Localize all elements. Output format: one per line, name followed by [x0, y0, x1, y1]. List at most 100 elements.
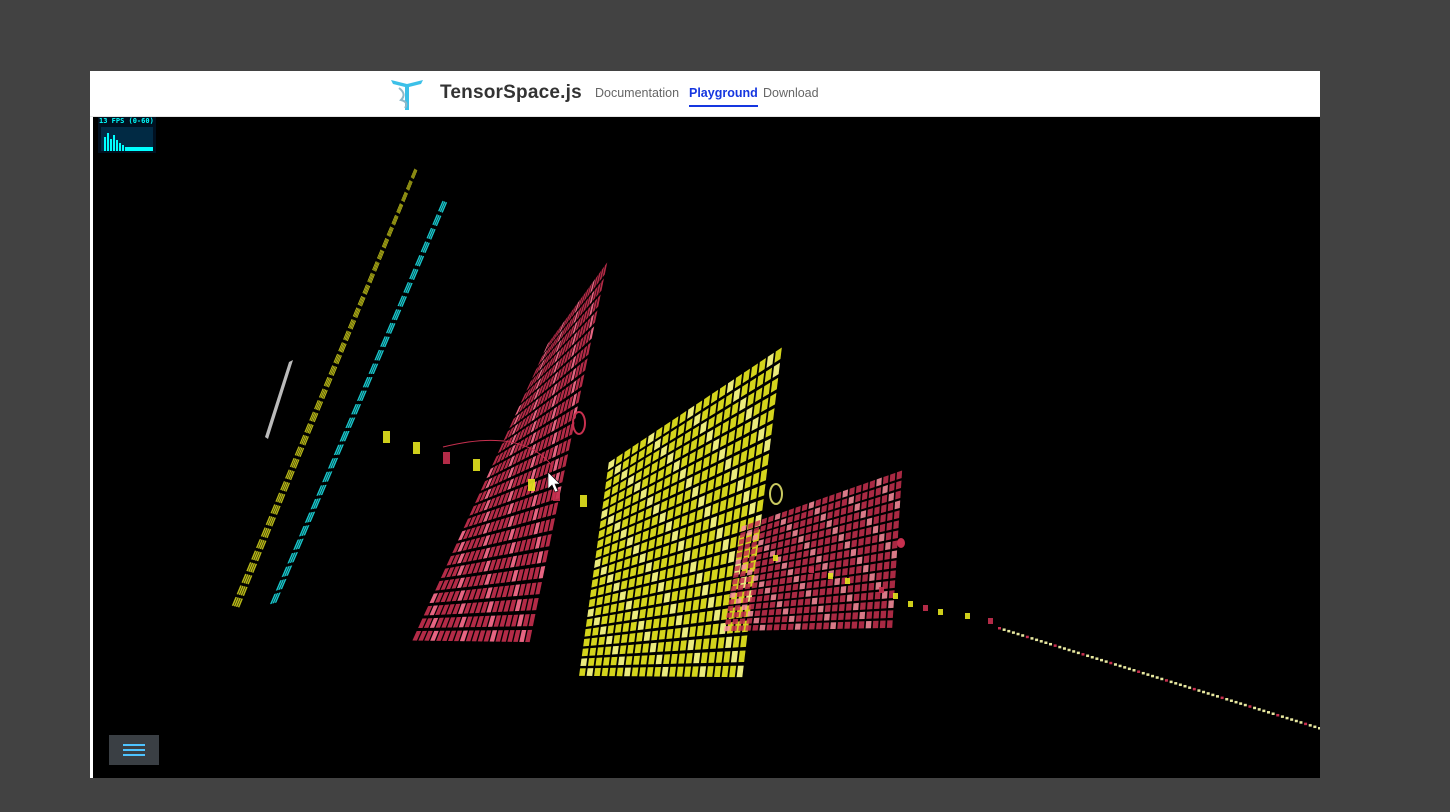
feature-map-cell: [635, 575, 643, 586]
output-unit: [1109, 661, 1113, 665]
feature-map-cell: [655, 480, 663, 492]
output-unit: [1243, 703, 1247, 707]
feature-map-cell: [714, 540, 722, 554]
feature-map-cell: [809, 548, 816, 556]
feature-map-cell: [600, 565, 608, 576]
feature-map-cell: [687, 463, 695, 477]
feature-map-cell: [683, 430, 692, 444]
output-unit: [1072, 650, 1076, 653]
feature-map-cell: [718, 447, 726, 461]
feature-map-cell: [879, 523, 886, 533]
feature-map-cell: [838, 533, 845, 542]
fps-stats-panel[interactable]: 13 FPS (0-60): [98, 117, 156, 153]
feature-map-cell: [652, 559, 660, 571]
feature-map-cell: [728, 481, 737, 496]
feature-map-cell: [551, 431, 558, 445]
feature-map-cell: [646, 550, 654, 562]
feature-map-cell: [557, 456, 564, 470]
feature-map-cell: [702, 518, 710, 532]
feature-map-cell: [815, 563, 821, 572]
feature-map-cell: [893, 510, 900, 520]
feature-map-cell: [848, 495, 855, 505]
feature-map-cell: [688, 451, 696, 464]
feature-map-cell: [832, 526, 839, 535]
feature-map-cell: [703, 570, 711, 583]
nav-link-download[interactable]: Download: [763, 86, 819, 100]
feature-map-cell: [835, 569, 841, 577]
feature-map-cell: [782, 554, 789, 562]
feature-map-cell: [645, 562, 653, 573]
feature-map-cell: [700, 532, 708, 545]
feature-map-cell: [649, 583, 657, 594]
feature-map-cell: [712, 438, 720, 452]
feature-map-cell: [643, 465, 651, 478]
feature-map-cell: [773, 520, 780, 528]
output-unit: [1225, 698, 1229, 701]
feature-map-cell: [867, 508, 873, 517]
model-3d-canvas[interactable]: 13 FPS (0-60): [90, 117, 1320, 778]
feature-map-cell: [864, 545, 871, 554]
feature-map-cell: [833, 586, 840, 595]
feature-map-cell: [776, 548, 783, 556]
feature-map-cell: [723, 406, 731, 421]
nav-link-playground[interactable]: Playground: [689, 86, 758, 107]
feature-map-cell: [813, 515, 820, 524]
output-unit: [1271, 712, 1275, 716]
feature-map-cell: [672, 578, 680, 589]
feature-map-cell: [873, 611, 880, 619]
feature-map-cell: [872, 620, 879, 629]
feature-map-cell: [596, 596, 604, 606]
feature-map-cell: [643, 573, 651, 585]
feature-map-cell: [640, 655, 648, 665]
output-unit: [1025, 635, 1029, 639]
feature-map-cell: [801, 503, 808, 512]
feature-map-cell: [747, 445, 756, 460]
feature-map-cell: [706, 543, 714, 556]
feature-map-cell: [812, 589, 819, 597]
feature-map-cell: [539, 464, 546, 478]
feature-map-cell: [725, 392, 733, 407]
feature-map-cell: [672, 517, 681, 530]
feature-map-cell: [651, 571, 659, 583]
feature-map-cell: [562, 454, 569, 468]
feature-map-cell: [739, 396, 747, 412]
feature-map-cell: [674, 505, 682, 518]
feature-map-cell: [602, 657, 610, 666]
feature-map-cell: [691, 666, 699, 677]
feature-map-cell: [755, 442, 764, 457]
feature-map-cell: [767, 515, 774, 523]
menu-button[interactable]: [109, 735, 159, 765]
feature-map-cell: [702, 395, 711, 409]
feature-map-cell: [779, 525, 786, 534]
brand-name[interactable]: TensorSpace.js: [440, 82, 582, 104]
feature-map-cell: [867, 601, 873, 610]
feature-map-cell: [685, 476, 693, 489]
fps-label: 13 FPS (0-60): [99, 117, 154, 125]
network-visualization[interactable]: [93, 117, 1320, 778]
feature-map-cell: [754, 610, 761, 617]
feature-map-cell: [756, 498, 764, 513]
feature-map-cell: [596, 647, 604, 656]
feature-map-cell: [772, 362, 781, 378]
feature-map-cell: [845, 603, 852, 611]
feature-map-cell: [765, 579, 772, 587]
output-unit: [1304, 722, 1308, 726]
feature-map-cell: [795, 559, 802, 567]
output-unit: [1100, 658, 1104, 662]
feature-map-cell: [682, 501, 690, 514]
feature-map-cell: [713, 488, 721, 502]
output-unit: [1039, 640, 1043, 643]
feature-map-cell: [717, 397, 725, 412]
feature-map-cell: [531, 597, 539, 611]
tensorspace-logo-icon[interactable]: [387, 74, 427, 114]
feature-map-cell: [710, 637, 718, 649]
feature-map-cell: [806, 581, 813, 589]
feature-map-cell: [777, 540, 784, 548]
feature-map-cell: [838, 612, 845, 621]
feature-map-cell: [700, 652, 708, 664]
feature-map-cell: [819, 521, 826, 530]
nav-link-documentation[interactable]: Documentation: [595, 86, 679, 100]
feature-map-cell: [674, 447, 682, 461]
feature-map-cell: [679, 410, 687, 425]
feature-map-cell: [799, 582, 806, 590]
